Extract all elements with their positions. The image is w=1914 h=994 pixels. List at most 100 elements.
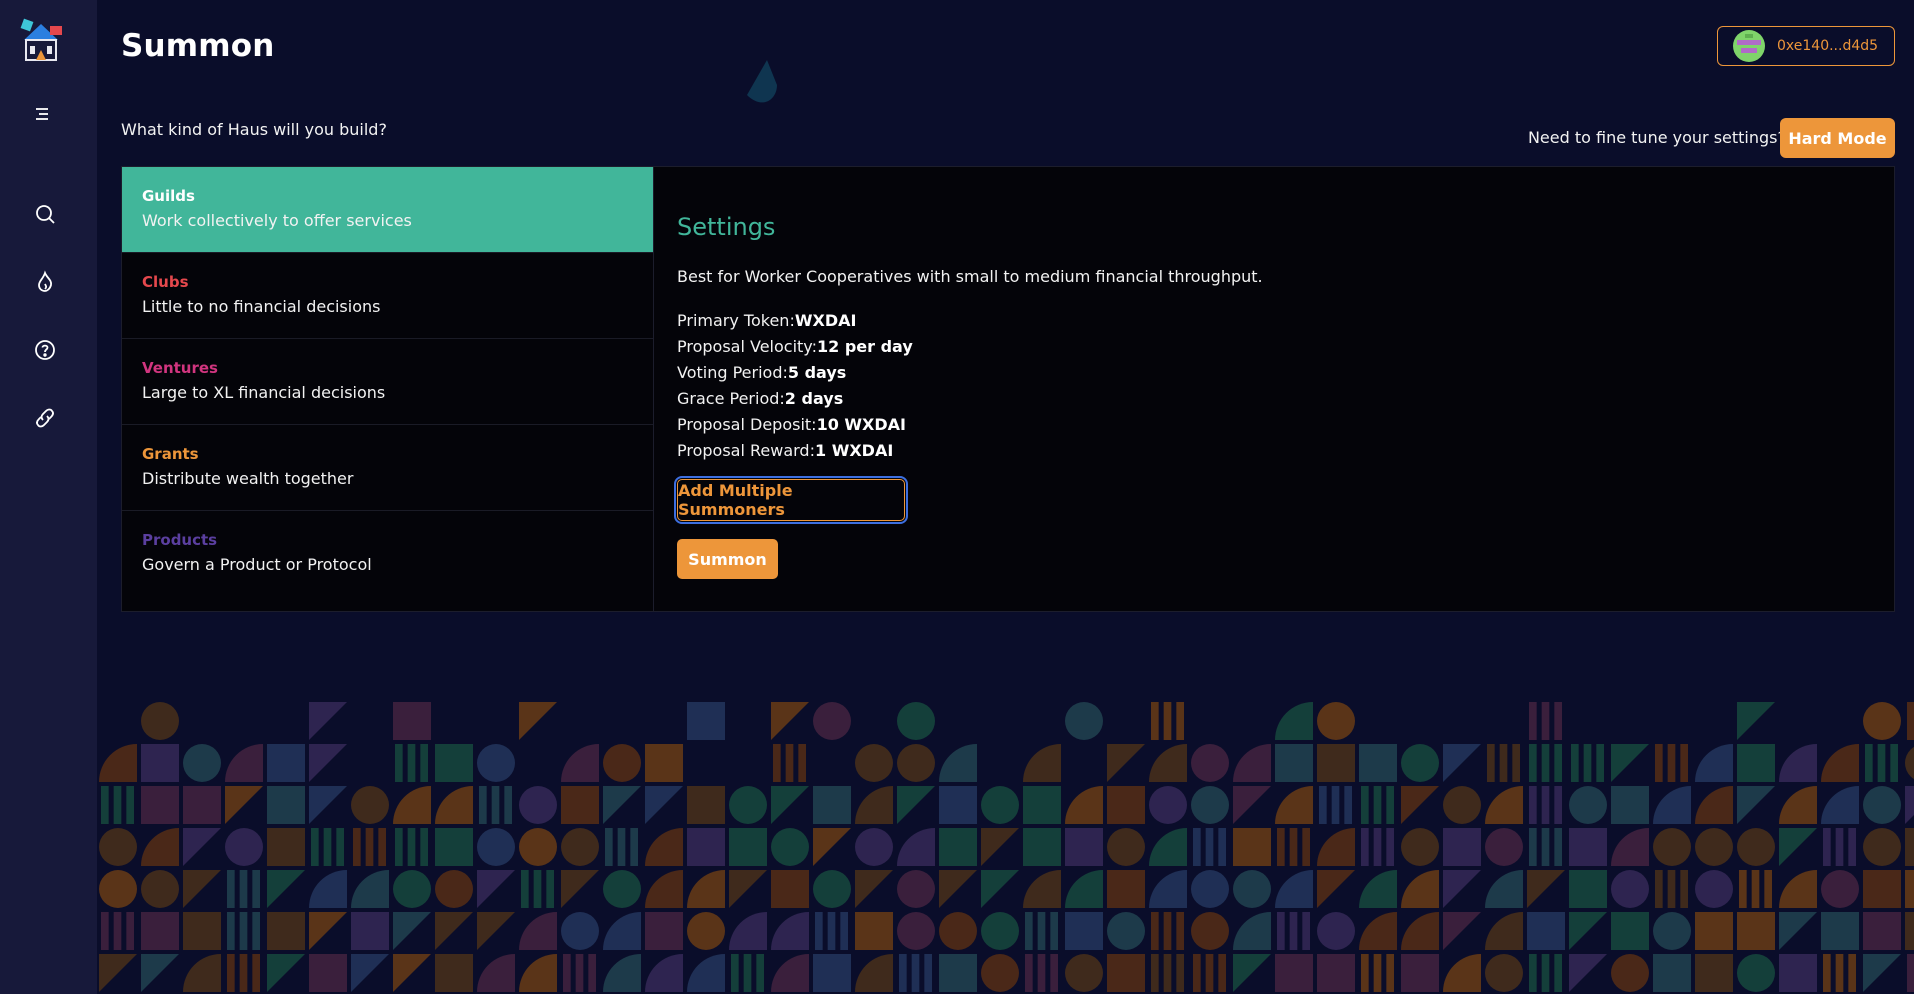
pattern-tile [393, 702, 431, 740]
pattern-tile [1025, 954, 1058, 992]
pattern-tile [1821, 912, 1859, 950]
pattern-tile [729, 786, 767, 824]
pattern-tile [141, 744, 179, 782]
pattern-tile [227, 912, 260, 950]
pattern-tile [267, 786, 305, 824]
dao-type-grants[interactable]: Grants Distribute wealth together [122, 425, 653, 511]
pattern-tile [141, 702, 179, 740]
hard-mode-button[interactable]: Hard Mode [1780, 118, 1895, 158]
pattern-tile [561, 786, 599, 824]
pattern-tile [1401, 954, 1439, 992]
pattern-tile [1107, 744, 1145, 782]
pattern-tile [1865, 744, 1898, 782]
help-icon[interactable] [31, 336, 59, 364]
pattern-tile [1023, 744, 1061, 782]
pattern-tile [351, 786, 389, 824]
pattern-tile [939, 870, 977, 908]
pattern-tile [563, 954, 596, 992]
pattern-tile [1527, 870, 1565, 908]
pattern-tile [981, 912, 1019, 950]
pattern-tile [1443, 744, 1481, 782]
pattern-tile [1779, 954, 1817, 992]
pattern-tile [99, 744, 137, 782]
pattern-tile [1863, 954, 1901, 992]
pattern-tile [1361, 954, 1394, 992]
wallet-button[interactable]: 0xe140...d4d5 [1717, 26, 1895, 66]
pattern-tile [561, 744, 599, 782]
pattern-tile [1485, 870, 1523, 908]
flame-icon[interactable] [31, 268, 59, 296]
menu-icon[interactable] [28, 100, 56, 128]
pattern-tile [1611, 828, 1649, 866]
wallet-address: 0xe140...d4d5 [1777, 38, 1879, 54]
fine-tune-text: Need to fine tune your settings? [1527, 128, 1786, 147]
dao-type-list: Guilds Work collectively to offer servic… [122, 167, 654, 611]
dao-type-name: Products [142, 531, 218, 549]
pattern-tile [519, 702, 557, 740]
pattern-tile [1529, 786, 1562, 824]
pattern-tile [1529, 828, 1562, 866]
pattern-tile [939, 786, 977, 824]
pattern-tile [773, 744, 806, 782]
pattern-tile [1485, 786, 1523, 824]
setting-label: Proposal Reward: [677, 441, 815, 460]
link-icon[interactable] [31, 404, 59, 432]
pattern-tile [183, 870, 221, 908]
pattern-tile [1443, 870, 1481, 908]
dao-type-desc: Distribute wealth together [142, 469, 354, 488]
pattern-tile [1443, 912, 1481, 950]
pattern-tile [1319, 786, 1352, 824]
pattern-tile [1695, 828, 1733, 866]
pattern-tile [1191, 786, 1229, 824]
dao-type-clubs[interactable]: Clubs Little to no financial decisions [122, 253, 653, 339]
setting-value: 2 days [784, 389, 844, 408]
pattern-tile [1655, 870, 1688, 908]
pattern-tile [1863, 786, 1901, 824]
pattern-tile [645, 870, 683, 908]
pattern-tile [1653, 786, 1691, 824]
summon-button[interactable]: Summon [677, 539, 778, 579]
pattern-tile [227, 954, 260, 992]
pattern-tile [603, 954, 641, 992]
dao-type-guilds[interactable]: Guilds Work collectively to offer servic… [122, 167, 653, 253]
pattern-tile [1191, 870, 1229, 908]
pattern-tile [1233, 786, 1271, 824]
pattern-tile [1655, 744, 1688, 782]
pattern-tile [309, 912, 347, 950]
dao-type-ventures[interactable]: Ventures Large to XL financial decisions [122, 339, 653, 425]
pattern-tile [1569, 828, 1607, 866]
pattern-tile [1737, 912, 1775, 950]
pattern-tile [897, 912, 935, 950]
add-summoners-button[interactable]: Add Multiple Summoners [674, 476, 908, 524]
pattern-tile [225, 828, 263, 866]
pattern-tile [1863, 870, 1901, 908]
pattern-tile [1611, 870, 1649, 908]
pattern-tile [1653, 912, 1691, 950]
pattern-tile [1737, 954, 1775, 992]
pattern-tile [1443, 828, 1481, 866]
pattern-tile [687, 786, 725, 824]
pattern-tile [605, 828, 638, 866]
pattern-tile [1529, 702, 1562, 740]
pattern-tile [1193, 828, 1226, 866]
pattern-tile [687, 702, 725, 740]
pattern-tile [1361, 828, 1394, 866]
pattern-tile [815, 912, 848, 950]
decorative-pattern [99, 702, 1914, 992]
pattern-tile [1905, 786, 1914, 824]
dao-type-products[interactable]: Products Govern a Product or Protocol [122, 511, 653, 597]
pattern-tile [645, 786, 683, 824]
pattern-tile [603, 786, 641, 824]
pattern-tile [1023, 828, 1061, 866]
pattern-tile [1779, 744, 1817, 782]
pattern-tile [1151, 954, 1184, 992]
pattern-tile [687, 870, 725, 908]
search-icon[interactable] [31, 200, 59, 228]
dao-type-desc: Govern a Product or Protocol [142, 555, 372, 574]
pattern-tile [813, 954, 851, 992]
daohaus-logo[interactable] [16, 18, 66, 64]
pattern-tile [1401, 828, 1439, 866]
settings-section: Settings Best for Worker Cooperatives wi… [674, 213, 1857, 579]
pattern-tile [981, 954, 1019, 992]
pattern-tile [351, 954, 389, 992]
